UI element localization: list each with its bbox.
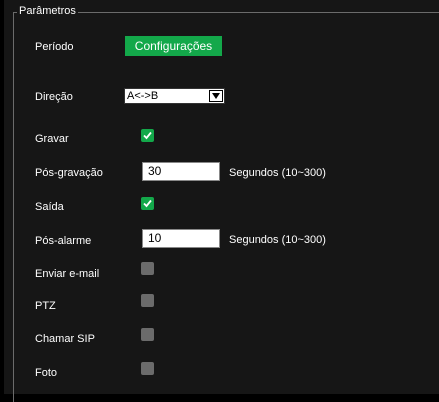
direcao-select[interactable]: A<->B [124, 88, 225, 104]
gravar-checkbox[interactable] [141, 129, 154, 142]
pos-gravacao-input[interactable]: 30 [142, 162, 220, 181]
saida-checkbox[interactable] [141, 197, 154, 210]
pos-alarme-unit: Segundos (10~300) [229, 234, 326, 246]
chamar-sip-checkbox[interactable] [141, 328, 154, 341]
pos-alarme-input[interactable]: 10 [142, 229, 220, 248]
check-icon [143, 131, 152, 140]
ptz-label: PTZ [35, 300, 56, 312]
configuracoes-button[interactable]: Configurações [125, 36, 222, 56]
foto-checkbox[interactable] [141, 362, 154, 375]
foto-label: Foto [35, 367, 58, 379]
saida-label: Saída [35, 201, 64, 213]
gravar-label: Gravar [35, 133, 69, 145]
check-icon [143, 199, 152, 208]
settings-panel: Parâmetros Período Configurações Direção… [4, 0, 439, 402]
chevron-down-icon[interactable] [209, 90, 223, 102]
periodo-label: Período [35, 41, 74, 53]
direcao-selected-value: A<->B [127, 90, 159, 102]
enviar-email-checkbox[interactable] [141, 262, 154, 275]
pos-gravacao-label: Pós-gravação [35, 167, 103, 179]
direcao-label: Direção [35, 91, 73, 103]
pos-alarme-label: Pós-alarme [35, 235, 92, 247]
ptz-checkbox[interactable] [141, 294, 154, 307]
enviar-email-label: Enviar e-mail [35, 268, 100, 280]
pos-gravacao-unit: Segundos (10~300) [229, 167, 326, 179]
chamar-sip-label: Chamar SIP [35, 333, 95, 345]
fieldset-legend: Parâmetros [17, 4, 78, 18]
